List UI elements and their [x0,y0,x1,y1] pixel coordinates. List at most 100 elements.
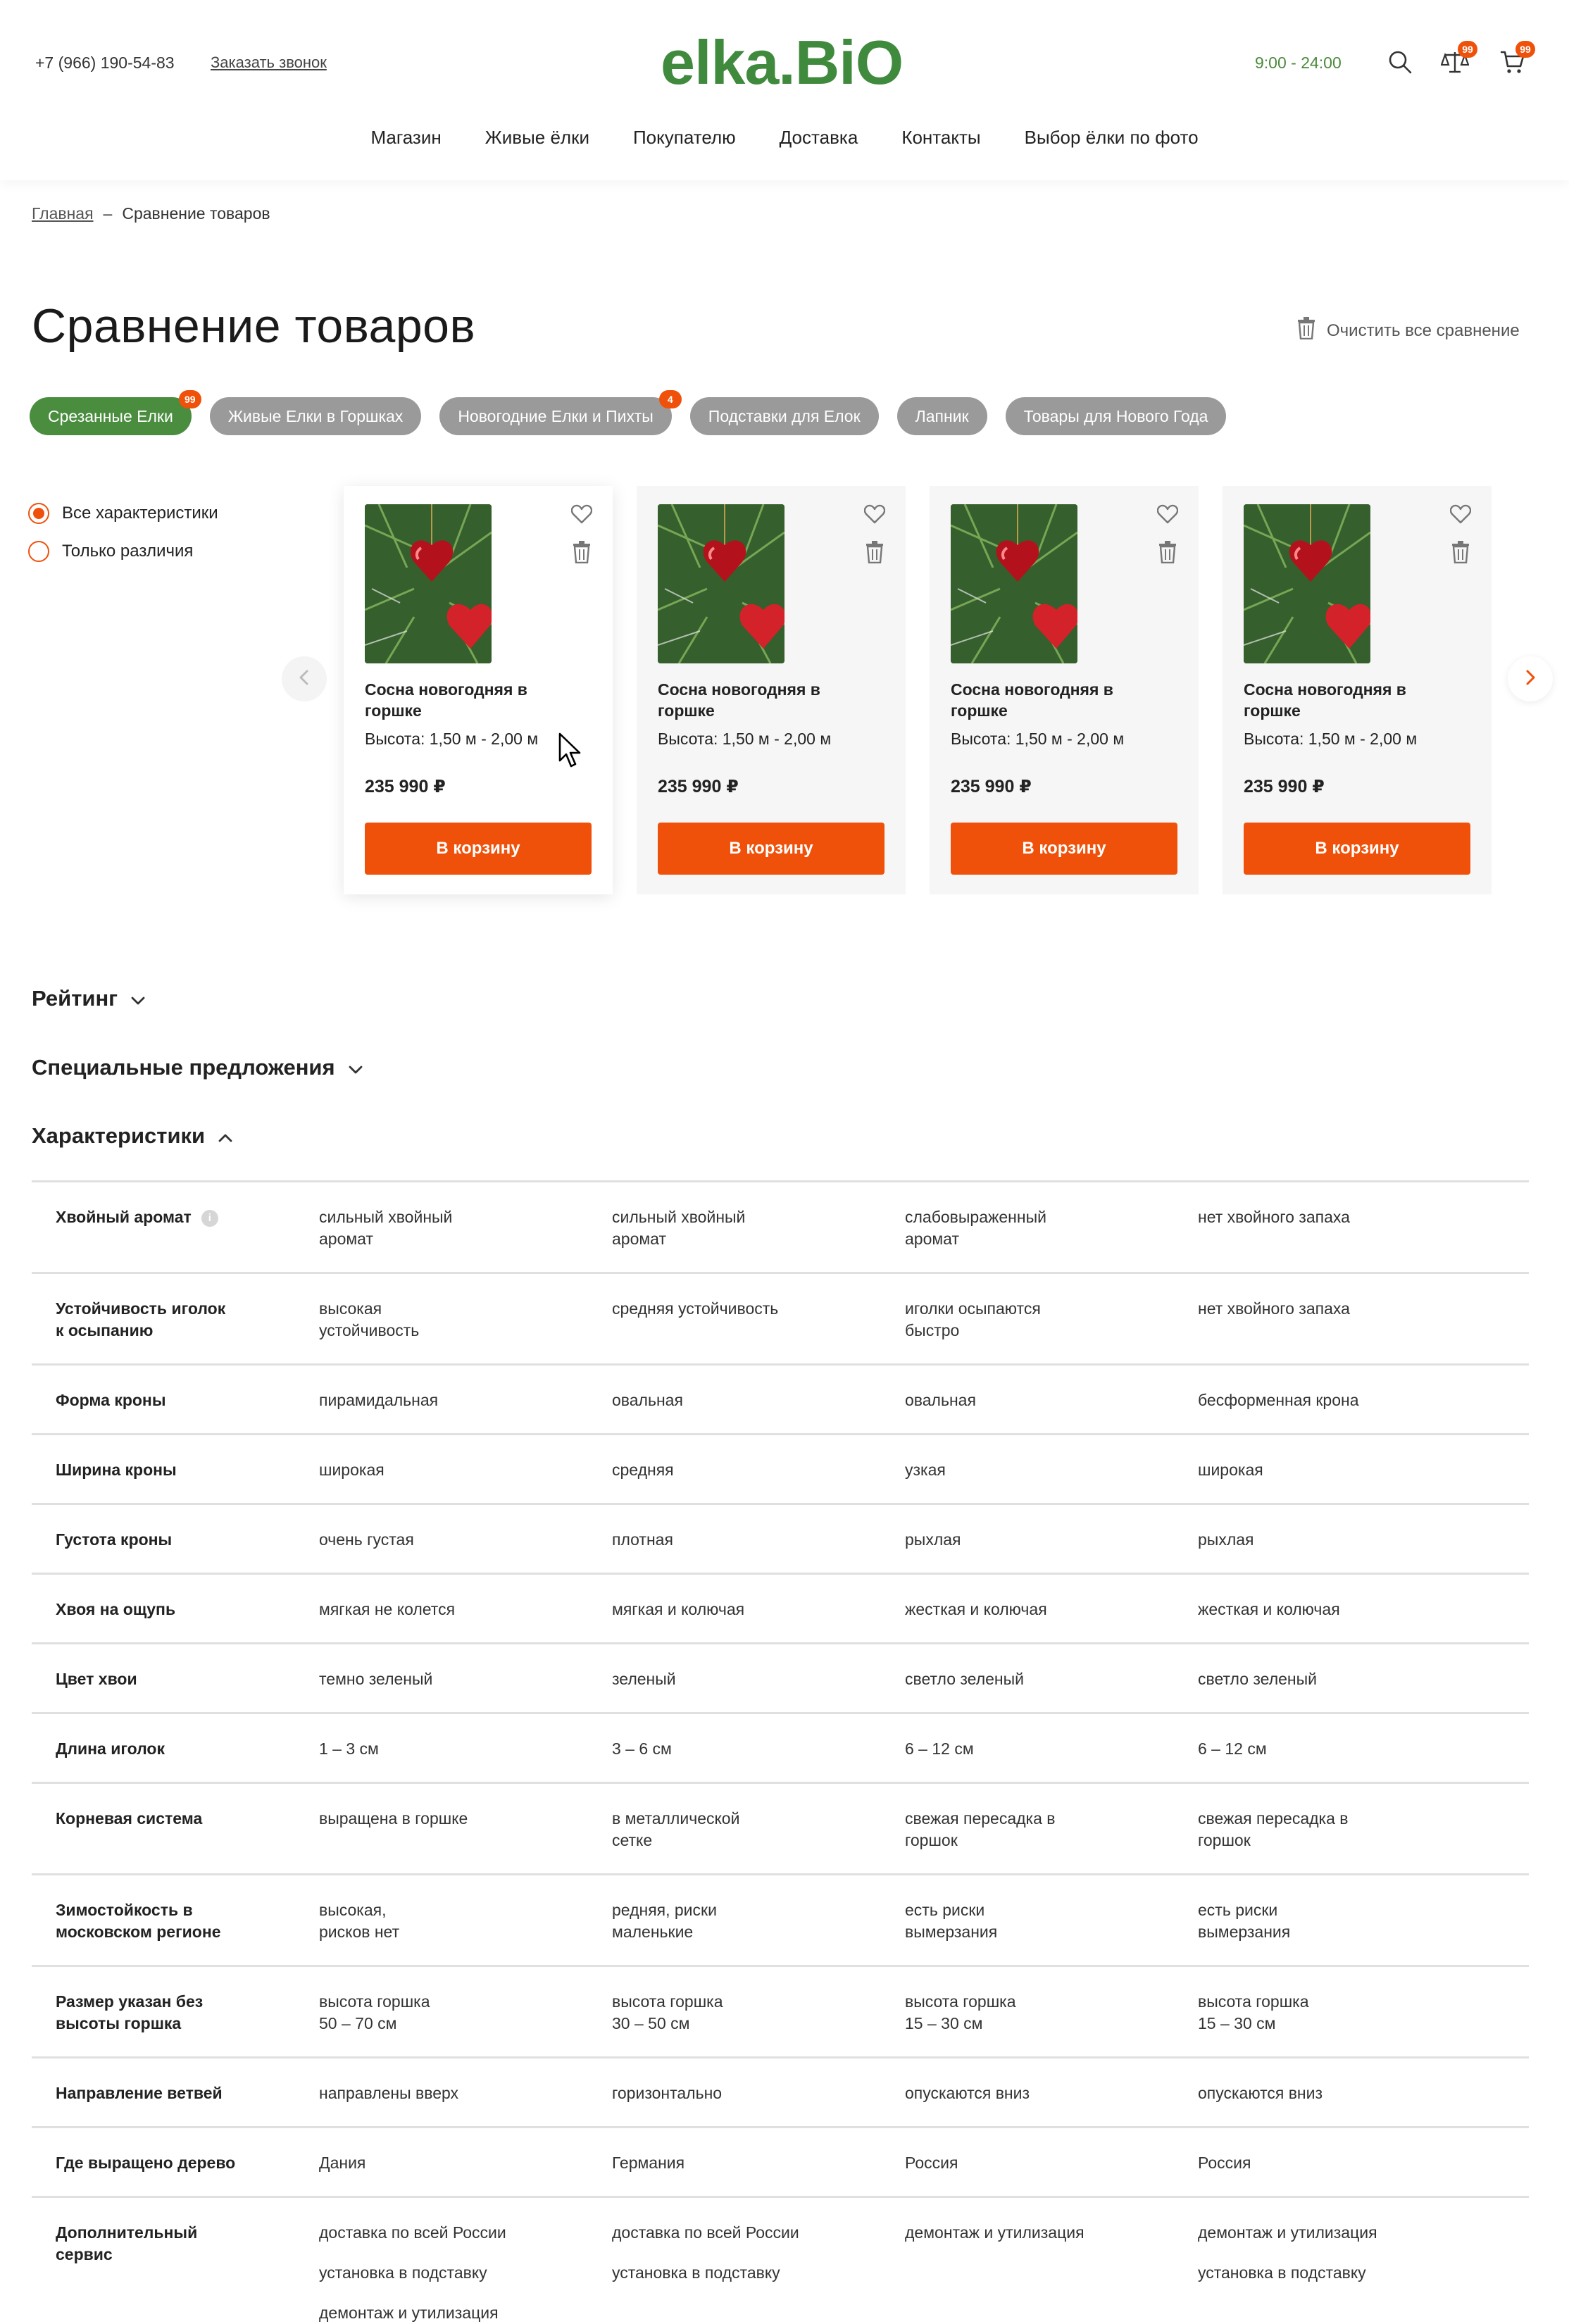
product-price: 235 990 ₽ [365,777,446,796]
spec-value: свежая пересадка в горшок [905,1808,1198,1873]
product-card[interactable]: Сосна новогодняя в горшке Высота: 1,50 м… [344,486,613,894]
add-to-cart-button[interactable]: В корзину [365,823,592,875]
nav-item-delivery[interactable]: Доставка [780,127,858,149]
nav-item-shop[interactable]: Магазин [370,127,441,149]
height-value: 1,50 м - 2,00 м [1015,730,1125,748]
radio-only-diff[interactable]: Только различия [28,541,218,562]
product-image[interactable] [658,504,784,663]
height-label: Высота: [365,730,425,748]
trash-icon[interactable] [569,539,594,565]
spec-value-line: жесткая и колючая [905,1600,1047,1618]
nav-item-photo-select[interactable]: Выбор ёлки по фото [1025,127,1199,149]
product-card[interactable]: Сосна новогодняя в горшке Высота: 1,50 м… [1223,486,1492,894]
slider-prev-button[interactable] [282,656,327,701]
spec-value-line: в металлической сетке [612,1809,740,1849]
trash-icon[interactable] [862,539,887,565]
spec-value: рыхлая [905,1529,1198,1573]
spec-value: светло зеленый [1198,1668,1491,1712]
info-icon[interactable]: i [201,1209,218,1227]
tab-tree-stands[interactable]: Подставки для Елок [689,397,879,435]
spec-value: демонтаж и утилизация [905,2222,1198,2324]
section-special-offers[interactable]: Специальные предложения [32,1055,363,1080]
spec-value: свежая пересадка в горшок [1198,1808,1491,1873]
logo[interactable]: elka.BiO [661,27,904,99]
phone-link[interactable]: +7 (966) 190-54-83 [35,54,175,73]
nav-item-live-trees[interactable]: Живые ёлки [485,127,589,149]
compare-icon[interactable]: 99 [1439,41,1477,77]
spec-value: иголки осыпаются быстро [905,1298,1198,1363]
product-name[interactable]: Сосна новогодняя в горшке [658,679,869,721]
spec-name: Длина иголок [32,1738,319,1782]
tab-new-year-goods[interactable]: Товары для Нового Года [1005,397,1227,435]
section-rating[interactable]: Рейтинг [32,986,146,1011]
spec-value-line: установка в подставку [319,2263,487,2282]
tab-cut-trees[interactable]: Срезанные Елки 99 [30,390,201,435]
tab-label: Срезанные Елки [48,406,173,425]
section-characteristics[interactable]: Характеристики [32,1123,233,1149]
product-price: 235 990 ₽ [658,777,739,796]
product-image[interactable] [951,504,1077,663]
tab-new-year-trees[interactable]: Новогодние Елки и Пихты 4 [439,390,682,435]
spec-name-text: Хвоя на ощупь [56,1600,176,1618]
callback-link[interactable]: Заказать звонок [211,54,327,72]
product-height: Высота: 1,50 м - 2,00 м [1244,730,1417,749]
radio-all-specs[interactable]: Все характеристики [28,503,218,524]
spec-value: мягкая и колючая [612,1599,905,1642]
heart-icon[interactable] [1155,501,1180,527]
spec-value-line: очень густая [319,1530,414,1549]
heart-icon[interactable] [1448,501,1473,527]
tab-branches[interactable]: Лапник [896,397,987,435]
add-to-cart-button[interactable]: В корзину [951,823,1177,875]
product-name[interactable]: Сосна новогодняя в горшке [365,679,576,721]
add-to-cart-button[interactable]: В корзину [1244,823,1470,875]
cart-icon[interactable]: 99 [1497,41,1535,77]
spec-value-line: демонтаж и утилизация [319,2304,499,2322]
spec-value: редняя, риски маленькие [612,1899,905,1965]
trash-icon[interactable] [1155,539,1180,565]
spec-value-line: узкая [905,1461,946,1479]
nav-item-contacts[interactable]: Контакты [901,127,980,149]
breadcrumb-home[interactable]: Главная [32,204,94,223]
spec-value-line: 6 – 12 см [1198,1739,1267,1758]
search-icon[interactable] [1384,46,1415,77]
spec-value: широкая [1198,1459,1491,1503]
heart-icon[interactable] [569,501,594,527]
spec-value: сильный хвойный аромат [612,1206,905,1272]
section-title: Характеристики [32,1123,206,1148]
spec-value-line: демонтаж и утилизация [1198,2223,1377,2242]
page-title: Сравнение товаров [32,299,476,353]
spec-value-line: плотная [612,1530,673,1549]
tab-potted-trees[interactable]: Живые Елки в Горшках [209,397,422,435]
table-row: Густота кроны очень густая плотная рыхлая ры… [32,1505,1529,1575]
breadcrumb-current: Сравнение товаров [122,204,270,223]
heart-icon[interactable] [862,501,887,527]
spec-name-text: Дополнительный сервис [56,2223,198,2263]
product-name[interactable]: Сосна новогодняя в горшке [1244,679,1455,721]
site-header: +7 (966) 190-54-83 Заказать звонок elka.… [0,0,1569,180]
spec-value-line: есть риски вымерзания [905,1901,998,1941]
product-image[interactable] [365,504,492,663]
add-to-cart-button[interactable]: В корзину [658,823,884,875]
spec-value-line: высокая устойчивость [319,1299,420,1339]
slider-next-button[interactable] [1508,656,1553,701]
nav-item-customer[interactable]: Покупателю [633,127,736,149]
spec-value: средняя устойчивость [612,1298,905,1363]
compare-filter: Все характеристики Только различия [28,503,218,579]
product-card[interactable]: Сосна новогодняя в горшке Высота: 1,50 м… [930,486,1199,894]
mouse-cursor-icon [558,732,582,773]
spec-value-line: сильный хвойный аромат [319,1208,453,1248]
product-card[interactable]: Сосна новогодняя в горшке Высота: 1,50 м… [637,486,906,894]
table-row: Цвет хвои темно зеленый зеленый светло зеле… [32,1644,1529,1714]
spec-value: высота горшка 15 – 30 см [905,1991,1198,2056]
clear-all-button[interactable]: Очистить все сравнение [1297,317,1520,344]
spec-value: бесформенная крона [1198,1389,1491,1433]
spec-value-line: бесформенная крона [1198,1391,1359,1409]
trash-icon[interactable] [1448,539,1473,565]
tab-badge: 4 [658,390,682,408]
product-height: Высота: 1,50 м - 2,00 м [951,730,1124,749]
product-name[interactable]: Сосна новогодняя в горшке [951,679,1162,721]
product-image[interactable] [1244,504,1370,663]
spec-value-line: иголки осыпаются быстро [905,1299,1041,1339]
spec-value-line: высота горшка 15 – 30 см [1198,1992,1309,2032]
characteristics-table: Хвойный аромат i сильный хвойный аромат сил… [32,1180,1529,2324]
